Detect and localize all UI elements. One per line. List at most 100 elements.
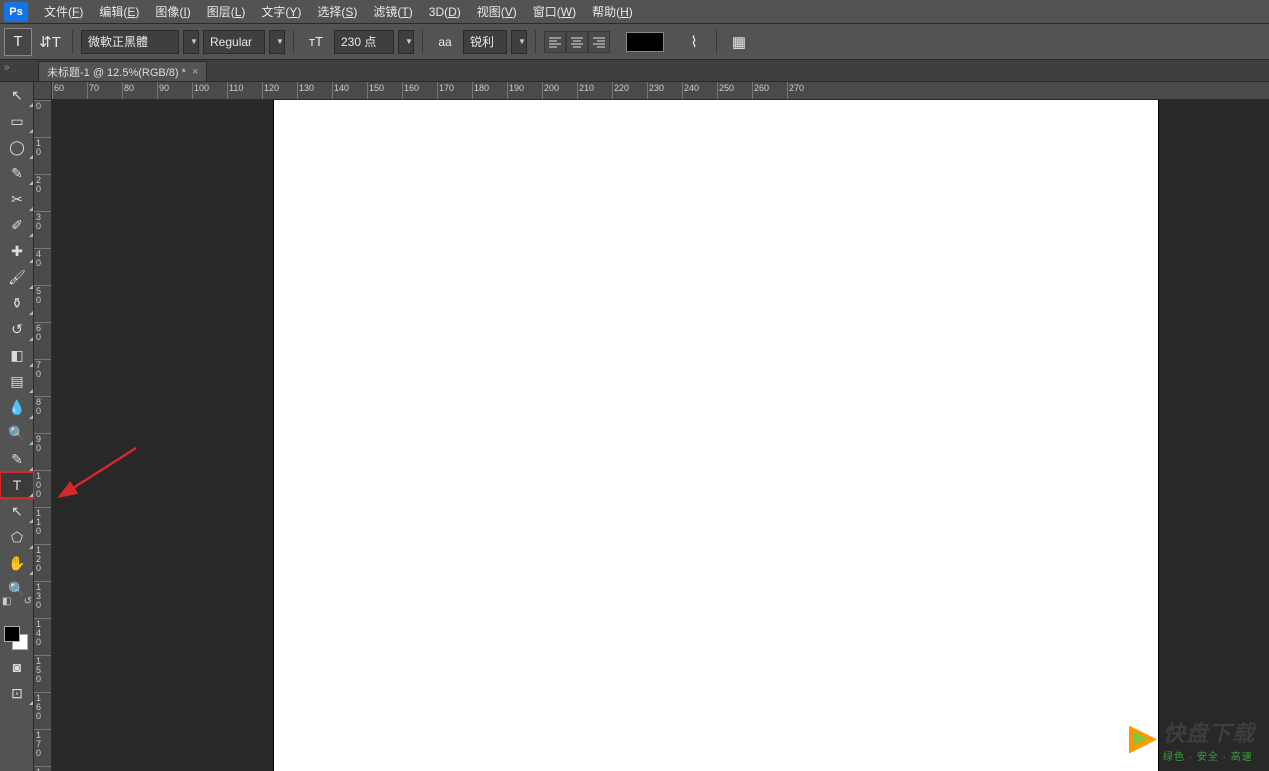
font-family-dropdown[interactable]: 微軟正黑體 xyxy=(81,30,179,54)
tabs-handle-icon[interactable]: » xyxy=(4,62,18,76)
marquee-tool[interactable]: ▭ xyxy=(0,108,34,134)
ruler-v-label: 1 2 0 xyxy=(36,546,50,573)
document-canvas[interactable] xyxy=(274,100,1158,771)
ruler-h-label: 220 xyxy=(614,83,629,93)
foreground-color-swatch[interactable] xyxy=(4,626,20,642)
ruler-h-label: 250 xyxy=(719,83,734,93)
ruler-h-label: 130 xyxy=(299,83,314,93)
ruler-h-label: 180 xyxy=(474,83,489,93)
ruler-h-label: 80 xyxy=(124,83,134,93)
shape-tool[interactable]: ⬠ xyxy=(0,524,34,550)
text-color-swatch[interactable] xyxy=(626,32,664,52)
font-size-icon: тT xyxy=(302,28,330,56)
ruler-v-label: 6 0 xyxy=(36,324,50,342)
watermark-sub-text: 绿色 · 安全 · 高速 xyxy=(1163,748,1255,763)
watermark-badge: 快盘下载 绿色 · 安全 · 高速 xyxy=(1129,716,1255,763)
ruler-v-label: 1 6 0 xyxy=(36,694,50,721)
align-center-button[interactable] xyxy=(566,31,588,53)
character-panel-button[interactable]: ▦ xyxy=(725,28,753,56)
close-tab-button[interactable]: × xyxy=(192,66,198,78)
font-family-dropdown-arrow[interactable]: ▼ xyxy=(183,30,199,54)
ruler-h-label: 150 xyxy=(369,83,384,93)
vertical-ruler[interactable]: 01 02 03 04 05 06 07 08 09 01 0 01 1 01 … xyxy=(34,100,52,771)
ruler-v-label: 1 5 0 xyxy=(36,657,50,684)
canvas-viewport[interactable] xyxy=(52,100,1269,771)
toggle-orientation-button[interactable]: ⇵T xyxy=(36,28,64,56)
ruler-h-label: 170 xyxy=(439,83,454,93)
align-right-button[interactable] xyxy=(588,31,610,53)
eyedropper-tool[interactable]: ✐ xyxy=(0,212,34,238)
history-brush-tool[interactable]: ↺ xyxy=(0,316,34,342)
menu-item-10[interactable]: 帮助(H) xyxy=(584,0,641,24)
separator xyxy=(716,30,717,54)
healing-tool[interactable]: ✚ xyxy=(0,238,34,264)
menu-item-6[interactable]: 滤镜(T) xyxy=(365,0,420,24)
separator xyxy=(72,30,73,54)
font-size-dropdown-arrow[interactable]: ▼ xyxy=(398,30,414,54)
menu-item-7[interactable]: 3D(D) xyxy=(421,0,469,24)
blur-tool[interactable]: 💧 xyxy=(0,394,34,420)
antialias-dropdown-arrow[interactable]: ▼ xyxy=(511,30,527,54)
horizontal-ruler[interactable]: 6070809010011012013014015016017018019020… xyxy=(52,82,1269,100)
font-family-value: 微軟正黑體 xyxy=(88,33,148,50)
menu-item-1[interactable]: 编辑(E) xyxy=(91,0,147,24)
align-left-button[interactable] xyxy=(544,31,566,53)
ruler-h-label: 160 xyxy=(404,83,419,93)
ruler-h-label: 140 xyxy=(334,83,349,93)
ruler-v-label: 1 7 0 xyxy=(36,731,50,758)
menu-item-5[interactable]: 选择(S) xyxy=(309,0,365,24)
menu-item-2[interactable]: 图像(I) xyxy=(147,0,198,24)
path-select-tool[interactable]: ↖ xyxy=(0,498,34,524)
ruler-h-label: 200 xyxy=(544,83,559,93)
separator xyxy=(535,30,536,54)
hand-tool[interactable]: ✋ xyxy=(0,550,34,576)
separator xyxy=(293,30,294,54)
ruler-h-label: 230 xyxy=(649,83,664,93)
menu-item-3[interactable]: 图层(L) xyxy=(199,0,254,24)
menu-item-8[interactable]: 视图(V) xyxy=(469,0,525,24)
menu-bar: Ps 文件(F)编辑(E)图像(I)图层(L)文字(Y)选择(S)滤镜(T)3D… xyxy=(0,0,1269,24)
eraser-tool[interactable]: ◧ xyxy=(0,342,34,368)
ruler-h-label: 210 xyxy=(579,83,594,93)
quick-select-tool[interactable]: ✎ xyxy=(0,160,34,186)
font-style-dropdown[interactable]: Regular xyxy=(203,30,265,54)
screen-mode-button[interactable]: ⊡ xyxy=(0,680,34,706)
menu-item-9[interactable]: 窗口(W) xyxy=(525,0,584,24)
foreground-background-color[interactable] xyxy=(0,624,34,654)
ruler-v-label: 7 0 xyxy=(36,361,50,379)
ruler-v-label: 5 0 xyxy=(36,287,50,305)
stamp-tool[interactable]: ⚱ xyxy=(0,290,34,316)
document-tab-title: 未标题-1 @ 12.5%(RGB/8) * xyxy=(47,64,186,80)
ruler-origin[interactable] xyxy=(34,82,52,100)
ruler-h-label: 60 xyxy=(54,83,64,93)
pen-tool[interactable]: ✎ xyxy=(0,446,34,472)
ruler-v-label: 1 4 0 xyxy=(36,620,50,647)
swap-reset-colors[interactable]: ◧↺ xyxy=(0,606,34,620)
font-style-dropdown-arrow[interactable]: ▼ xyxy=(269,30,285,54)
type-tool[interactable]: T xyxy=(0,472,34,498)
separator xyxy=(422,30,423,54)
ruler-v-label: 8 0 xyxy=(36,398,50,416)
ruler-h-label: 70 xyxy=(89,83,99,93)
font-size-input[interactable]: 230 点 xyxy=(334,30,394,54)
brush-tool[interactable]: 🖌 xyxy=(0,264,34,290)
ruler-v-label: 4 0 xyxy=(36,250,50,268)
antialias-icon: aa xyxy=(431,28,459,56)
antialias-dropdown[interactable]: 锐利 xyxy=(463,30,507,54)
options-bar: T ⇵T 微軟正黑體 ▼ Regular ▼ тT 230 点 ▼ aa 锐利 … xyxy=(0,24,1269,60)
ruler-h-label: 120 xyxy=(264,83,279,93)
warp-text-button[interactable]: ⌇ xyxy=(680,28,708,56)
move-tool[interactable]: ↖ xyxy=(0,82,34,108)
watermark-main-text: 快盘下载 xyxy=(1163,716,1255,748)
quickmask-button[interactable]: ◙ xyxy=(0,654,34,680)
dodge-tool[interactable]: 🔍 xyxy=(0,420,34,446)
menu-item-0[interactable]: 文件(F) xyxy=(36,0,91,24)
document-tab[interactable]: 未标题-1 @ 12.5%(RGB/8) * × xyxy=(38,61,207,81)
document-tabs-row: » 未标题-1 @ 12.5%(RGB/8) * × xyxy=(0,60,1269,82)
ruler-v-label: 0 xyxy=(36,102,50,111)
gradient-tool[interactable]: ▤ xyxy=(0,368,34,394)
lasso-tool[interactable]: ◯ xyxy=(0,134,34,160)
text-align-group xyxy=(544,31,610,53)
crop-tool[interactable]: ✂ xyxy=(0,186,34,212)
menu-item-4[interactable]: 文字(Y) xyxy=(253,0,309,24)
